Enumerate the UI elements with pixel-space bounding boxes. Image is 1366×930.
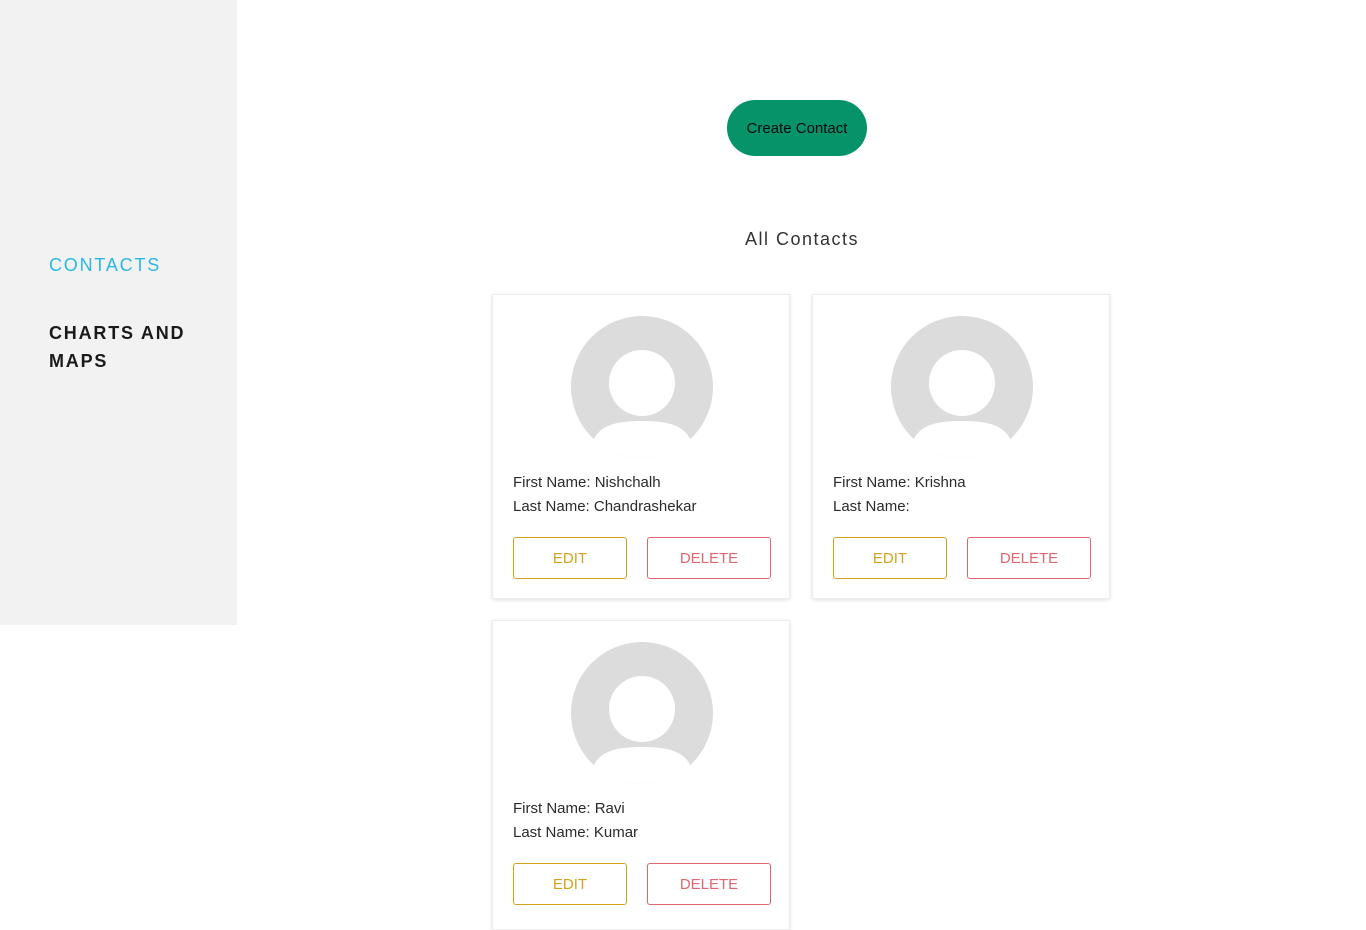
delete-button[interactable]: DELETE — [647, 863, 771, 905]
contact-info: First Name: Ravi Last Name: Kumar — [513, 797, 638, 845]
contact-info: First Name: Nishchalh Last Name: Chandra… — [513, 471, 696, 519]
edit-button[interactable]: EDIT — [833, 537, 947, 579]
create-contact-button[interactable]: Create Contact — [727, 100, 867, 156]
last-name-row: Last Name: Kumar — [513, 821, 638, 845]
first-name-label: First Name: — [513, 474, 591, 491]
contact-info: First Name: Krishna Last Name: — [833, 471, 966, 519]
first-name-row: First Name: Nishchalh — [513, 471, 696, 495]
last-name-label: Last Name: — [513, 824, 590, 841]
edit-button[interactable]: EDIT — [513, 537, 627, 579]
first-name-row: First Name: Krishna — [833, 471, 966, 495]
first-name-value: Nishchalh — [594, 474, 661, 491]
last-name-row: Last Name: — [833, 495, 966, 519]
avatar-icon — [891, 316, 1033, 458]
avatar-icon — [571, 316, 713, 458]
page-title: All Contacts — [744, 229, 860, 249]
sidebar-item-contacts[interactable]: CONTACTS — [49, 251, 199, 279]
sidebar-item-charts-and-maps[interactable]: CHARTS AND MAPS — [49, 319, 199, 375]
avatar-icon — [571, 642, 713, 784]
last-name-label: Last Name: — [833, 498, 910, 515]
last-name-value: Kumar — [593, 824, 639, 841]
contact-card: First Name: Krishna Last Name: EDIT DELE… — [812, 294, 1110, 599]
edit-button[interactable]: EDIT — [513, 863, 627, 905]
last-name-row: Last Name: Chandrashekar — [513, 495, 696, 519]
first-name-label: First Name: — [513, 800, 591, 817]
delete-button[interactable]: DELETE — [647, 537, 771, 579]
last-name-value: Chandrashekar — [593, 498, 697, 515]
contact-card: First Name: Ravi Last Name: Kumar EDIT D… — [492, 620, 790, 930]
contact-card: First Name: Nishchalh Last Name: Chandra… — [492, 294, 790, 599]
first-name-value: Krishna — [914, 474, 966, 491]
first-name-label: First Name: — [833, 474, 911, 491]
sidebar: CONTACTS CHARTS AND MAPS — [0, 0, 237, 625]
delete-button[interactable]: DELETE — [967, 537, 1091, 579]
first-name-row: First Name: Ravi — [513, 797, 638, 821]
last-name-label: Last Name: — [513, 498, 590, 515]
first-name-value: Ravi — [594, 800, 625, 817]
